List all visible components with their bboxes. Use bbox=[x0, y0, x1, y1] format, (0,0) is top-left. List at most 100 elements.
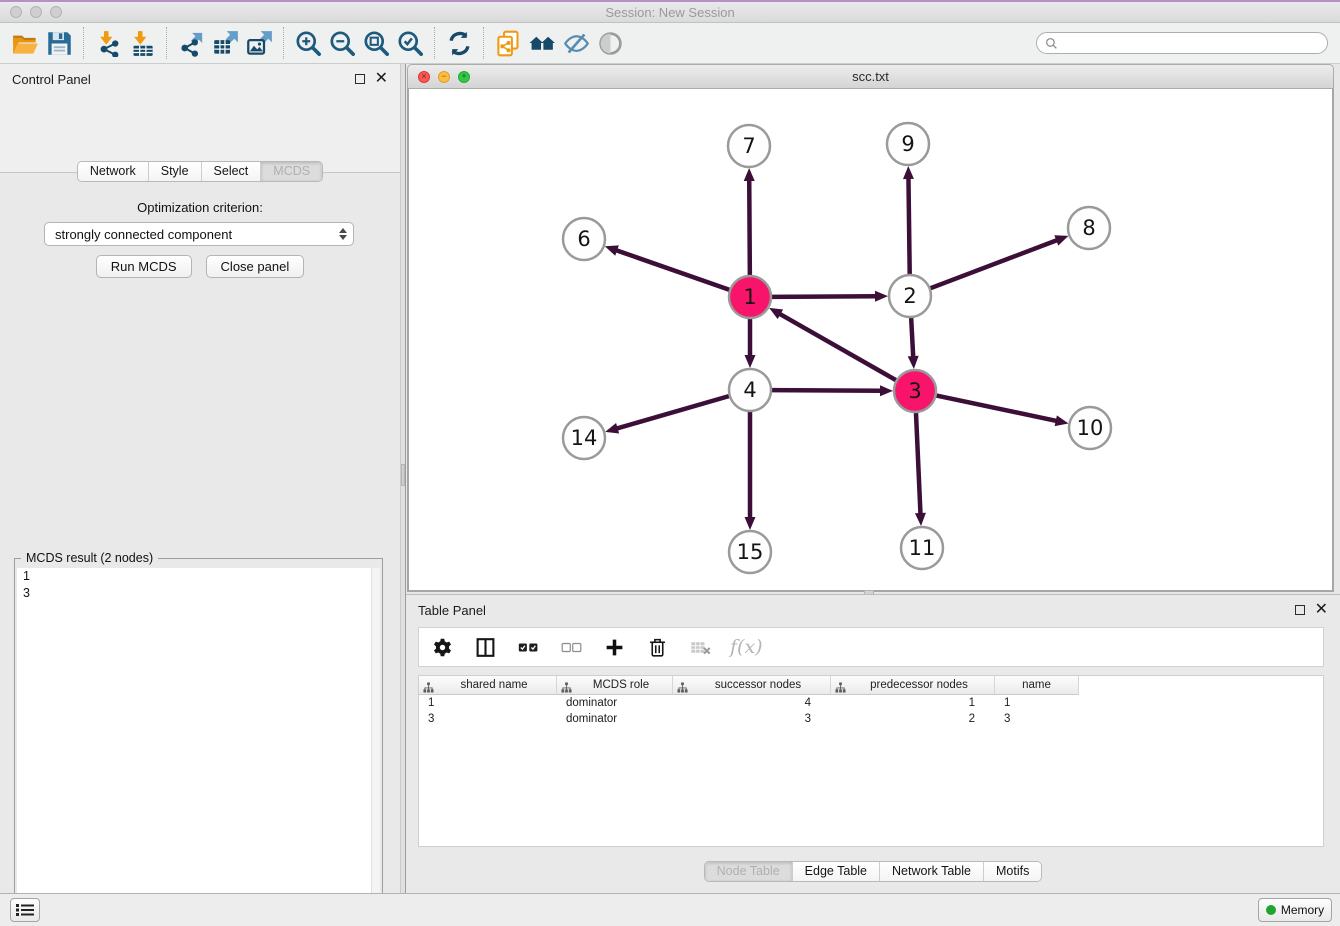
workspace: × − + scc.txt 7968124314101511 Table Pan… bbox=[406, 64, 1340, 893]
cell-MCDS-role[interactable]: dominator bbox=[557, 695, 673, 711]
task-history-button[interactable] bbox=[10, 898, 40, 922]
float-table-panel-icon[interactable] bbox=[1295, 605, 1305, 615]
float-panel-icon[interactable] bbox=[355, 74, 365, 84]
toolbar-separator bbox=[166, 27, 167, 59]
tab-mcds[interactable]: MCDS bbox=[260, 162, 322, 181]
cell-predecessor-nodes[interactable]: 1 bbox=[831, 695, 995, 711]
sort-icon[interactable] bbox=[423, 680, 434, 691]
cell-predecessor-nodes[interactable]: 2 bbox=[831, 711, 995, 727]
graph-node-label: 15 bbox=[737, 540, 764, 564]
trash-icon[interactable] bbox=[644, 634, 670, 660]
run-mcds-button[interactable]: Run MCDS bbox=[96, 255, 192, 278]
deselect-all-icon[interactable] bbox=[558, 634, 584, 660]
open-session-icon[interactable] bbox=[8, 26, 42, 60]
cell-name[interactable]: 3 bbox=[995, 711, 1079, 727]
tab-network-table[interactable]: Network Table bbox=[879, 862, 983, 881]
network-graph[interactable]: 7968124314101511 bbox=[409, 89, 1332, 590]
export-image-icon[interactable] bbox=[242, 26, 276, 60]
edge-3-1[interactable] bbox=[779, 313, 896, 380]
refresh-icon[interactable] bbox=[442, 26, 476, 60]
table-panel-header: Table Panel ✕ bbox=[406, 595, 1340, 625]
search-field[interactable] bbox=[1036, 32, 1328, 54]
column-header-MCDS-role[interactable]: MCDS role bbox=[557, 676, 673, 695]
tab-network[interactable]: Network bbox=[78, 162, 148, 181]
columns-icon[interactable] bbox=[472, 634, 498, 660]
search-input[interactable] bbox=[1062, 36, 1319, 50]
tab-node-table[interactable]: Node Table bbox=[705, 862, 792, 881]
tab-style[interactable]: Style bbox=[148, 162, 201, 181]
select-stepper-icon bbox=[339, 228, 347, 240]
graph-node-label: 10 bbox=[1077, 416, 1104, 440]
edge-2-3[interactable] bbox=[911, 318, 913, 358]
arrowhead-icon bbox=[605, 245, 619, 255]
zoom-fit-icon[interactable] bbox=[359, 26, 393, 60]
network-window: × − + scc.txt 7968124314101511 bbox=[407, 64, 1334, 592]
column-header-predecessor-nodes[interactable]: predecessor nodes bbox=[831, 676, 995, 695]
import-network-icon[interactable] bbox=[91, 26, 125, 60]
tab-edge-table[interactable]: Edge Table bbox=[792, 862, 879, 881]
table-header-row: shared nameMCDS rolesuccessor nodesprede… bbox=[419, 676, 1323, 695]
import-table-icon[interactable] bbox=[125, 26, 159, 60]
optimization-criterion-select[interactable]: strongly connected component bbox=[44, 222, 354, 246]
table-row[interactable]: 3dominator323 bbox=[419, 711, 1323, 727]
save-session-icon[interactable] bbox=[42, 26, 76, 60]
tab-select[interactable]: Select bbox=[201, 162, 261, 181]
graph-node-label: 6 bbox=[577, 227, 590, 251]
mcds-result-textarea[interactable]: 13 bbox=[17, 568, 380, 926]
column-header-successor-nodes[interactable]: successor nodes bbox=[673, 676, 831, 695]
edge-2-9[interactable] bbox=[908, 177, 909, 274]
edge-1-6[interactable] bbox=[615, 250, 729, 290]
zoom-selected-icon[interactable] bbox=[393, 26, 427, 60]
edge-3-10[interactable] bbox=[937, 396, 1058, 422]
add-icon[interactable] bbox=[601, 634, 627, 660]
sort-icon[interactable] bbox=[561, 680, 572, 691]
home-icon[interactable] bbox=[525, 26, 559, 60]
edge-4-14[interactable] bbox=[616, 396, 729, 429]
select-all-icon[interactable] bbox=[515, 634, 541, 660]
table-body: 1dominator4113dominator323 bbox=[419, 695, 1323, 727]
cell-name[interactable]: 1 bbox=[995, 695, 1079, 711]
toolbar-separator bbox=[83, 27, 84, 59]
gear-icon[interactable] bbox=[429, 634, 455, 660]
cell-shared-name[interactable]: 3 bbox=[419, 711, 557, 727]
network-window-titlebar[interactable]: × − + scc.txt bbox=[407, 64, 1334, 89]
optimization-criterion-value: strongly connected component bbox=[55, 227, 232, 242]
tab-motifs[interactable]: Motifs bbox=[983, 862, 1041, 881]
cell-successor-nodes[interactable]: 3 bbox=[673, 711, 831, 727]
column-header-name[interactable]: name bbox=[995, 676, 1079, 695]
cell-shared-name[interactable]: 1 bbox=[419, 695, 557, 711]
edge-4-3[interactable] bbox=[772, 390, 882, 391]
close-table-panel-icon[interactable]: ✕ bbox=[1315, 605, 1328, 615]
export-network-icon[interactable] bbox=[174, 26, 208, 60]
control-panel: Control Panel ✕ NetworkStyleSelectMCDS O… bbox=[0, 64, 400, 893]
eye-icon[interactable] bbox=[593, 26, 627, 60]
edge-1-2[interactable] bbox=[772, 296, 877, 297]
network-from-file-icon[interactable] bbox=[491, 26, 525, 60]
network-canvas[interactable]: 7968124314101511 bbox=[407, 89, 1334, 592]
cell-successor-nodes[interactable]: 4 bbox=[673, 695, 831, 711]
close-panel-button[interactable]: Close panel bbox=[206, 255, 305, 278]
mcds-result-scrollbar[interactable] bbox=[371, 568, 380, 926]
control-panel-header: Control Panel ✕ bbox=[0, 64, 400, 94]
column-header-shared-name[interactable]: shared name bbox=[419, 676, 557, 695]
sort-icon[interactable] bbox=[835, 680, 846, 691]
zoom-in-icon[interactable] bbox=[291, 26, 325, 60]
toolbar-separator bbox=[283, 27, 284, 59]
edge-3-11[interactable] bbox=[916, 413, 921, 515]
mcds-result-group: MCDS result (2 nodes) 13 bbox=[14, 558, 383, 926]
zoom-out-icon[interactable] bbox=[325, 26, 359, 60]
toolbar-separator bbox=[434, 27, 435, 59]
network-window-title: scc.txt bbox=[408, 69, 1333, 84]
hide-icon[interactable] bbox=[559, 26, 593, 60]
sort-icon[interactable] bbox=[677, 680, 688, 691]
cell-MCDS-role[interactable]: dominator bbox=[557, 711, 673, 727]
memory-button[interactable]: Memory bbox=[1258, 898, 1332, 922]
node-table[interactable]: shared nameMCDS rolesuccessor nodesprede… bbox=[418, 675, 1324, 847]
function-icon: f(x) bbox=[730, 636, 763, 658]
close-panel-icon[interactable]: ✕ bbox=[375, 74, 388, 84]
export-table-icon[interactable] bbox=[208, 26, 242, 60]
splitter-handle[interactable] bbox=[401, 464, 405, 486]
edge-1-7[interactable] bbox=[749, 179, 750, 275]
table-row[interactable]: 1dominator411 bbox=[419, 695, 1323, 711]
edge-2-8[interactable] bbox=[931, 240, 1059, 288]
